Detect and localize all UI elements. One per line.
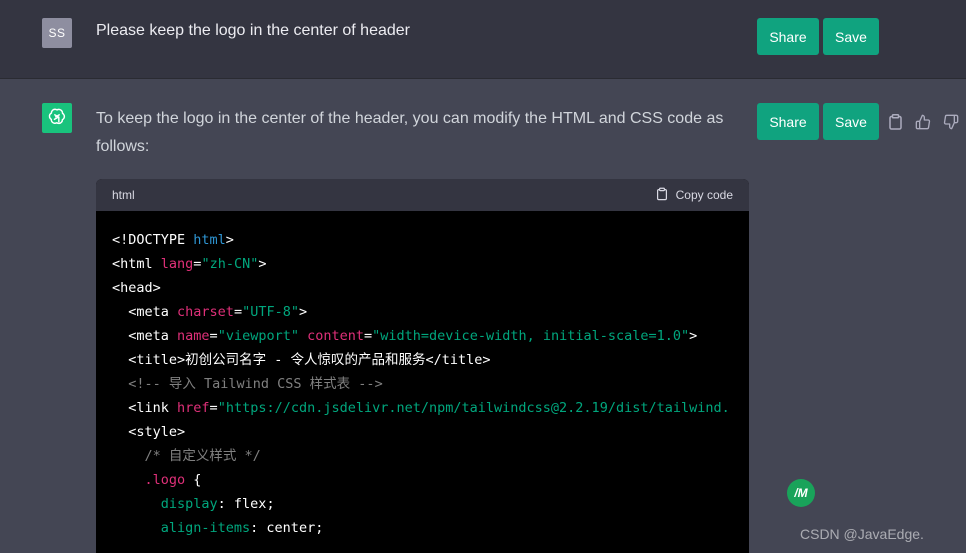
code-token: <!-- 导入 Tailwind CSS 样式表 --> <box>112 376 383 392</box>
code-token: { <box>185 472 202 488</box>
floating-badge-button[interactable]: /M <box>787 479 815 507</box>
thumbs-up-icon[interactable] <box>914 113 932 131</box>
watermark-text: CSDN @JavaEdge. <box>800 526 924 542</box>
user-avatar: SS <box>42 18 72 48</box>
code-token: name <box>177 328 210 344</box>
code-token: > <box>258 256 267 272</box>
copy-code-button[interactable]: Copy code <box>656 187 733 204</box>
code-token: : flex; <box>217 496 275 512</box>
code-line: <meta name="viewport" content="width=dev… <box>112 324 733 348</box>
code-token: <head> <box>112 280 161 296</box>
code-token: = <box>233 304 243 320</box>
code-token: <html <box>112 256 161 272</box>
code-token: lang <box>160 256 194 272</box>
code-line: /* 自定义样式 */ <box>112 444 733 468</box>
code-line: .logo { <box>112 468 733 492</box>
code-line: <!DOCTYPE html> <box>112 228 733 252</box>
code-token: href <box>177 400 210 416</box>
chat-page: SS Please keep the logo in the center of… <box>0 0 966 553</box>
code-token: .logo <box>112 472 186 488</box>
code-line: align-items: center; <box>112 516 733 540</box>
code-token: charset <box>177 304 234 320</box>
code-body: <!DOCTYPE html> <html lang="zh-CN"> <head>… <box>96 211 749 540</box>
code-token: > <box>225 232 234 248</box>
user-share-button[interactable]: Share <box>757 18 819 55</box>
code-line: <title>初创公司名字 - 令人惊叹的产品和服务</title> <box>112 348 733 372</box>
copy-code-label: Copy code <box>675 188 733 202</box>
assistant-share-button[interactable]: Share <box>757 103 819 140</box>
code-token: = <box>364 328 373 344</box>
code-token: > <box>689 328 698 344</box>
code-token: = <box>209 328 218 344</box>
clipboard-icon <box>656 187 668 204</box>
code-token: "https://cdn.jsdelivr.net/npm/tailwindcs… <box>217 400 730 416</box>
code-token: content <box>307 328 365 344</box>
user-save-button[interactable]: Save <box>823 18 879 55</box>
assistant-save-button[interactable]: Save <box>823 103 879 140</box>
code-token: "zh-CN" <box>201 256 259 272</box>
code-token: <title>初创公司名字 - 令人惊叹的产品和服务</title> <box>112 352 491 368</box>
chatgpt-logo-icon <box>42 103 72 133</box>
code-token: /* 自定义样式 */ <box>112 448 261 464</box>
user-message-row: SS Please keep the logo in the center of… <box>0 0 966 79</box>
code-language-label: html <box>112 188 135 202</box>
clipboard-icon[interactable] <box>886 113 904 131</box>
code-line: display: flex; <box>112 492 733 516</box>
code-token: > <box>298 304 308 320</box>
user-message-text: Please keep the logo in the center of he… <box>96 22 410 39</box>
code-line: <html lang="zh-CN"> <box>112 252 733 276</box>
code-token: <style> <box>112 424 186 440</box>
code-token: : center; <box>250 520 324 536</box>
code-line: <style> <box>112 420 733 444</box>
code-line: <link href="https://cdn.jsdelivr.net/npm… <box>112 396 733 420</box>
code-token: <meta <box>112 304 178 320</box>
thumbs-down-icon[interactable] <box>942 113 960 131</box>
assistant-message-row: To keep the logo in the center of the he… <box>0 79 966 553</box>
code-token: "viewport" <box>217 328 299 344</box>
code-block-header: html Copy code <box>96 179 749 211</box>
code-block: html Copy code <!DOCTYPE html> <html lang… <box>96 179 749 553</box>
code-token: <link <box>112 400 178 416</box>
code-token: "width=device-width, initial-scale=1.0" <box>372 328 690 344</box>
assistant-message-text: To keep the logo in the center of the he… <box>96 110 724 155</box>
code-token: <meta <box>112 328 178 344</box>
code-token: "UTF-8" <box>242 304 299 320</box>
code-line: <meta charset="UTF-8"> <box>112 300 733 324</box>
code-line: <!-- 导入 Tailwind CSS 样式表 --> <box>112 372 733 396</box>
code-token: align-items <box>112 520 251 536</box>
code-token: display <box>112 496 218 512</box>
code-token: html <box>193 232 226 248</box>
code-line: <head> <box>112 276 733 300</box>
code-token: = <box>209 400 218 416</box>
code-token: <!DOCTYPE <box>112 232 194 248</box>
